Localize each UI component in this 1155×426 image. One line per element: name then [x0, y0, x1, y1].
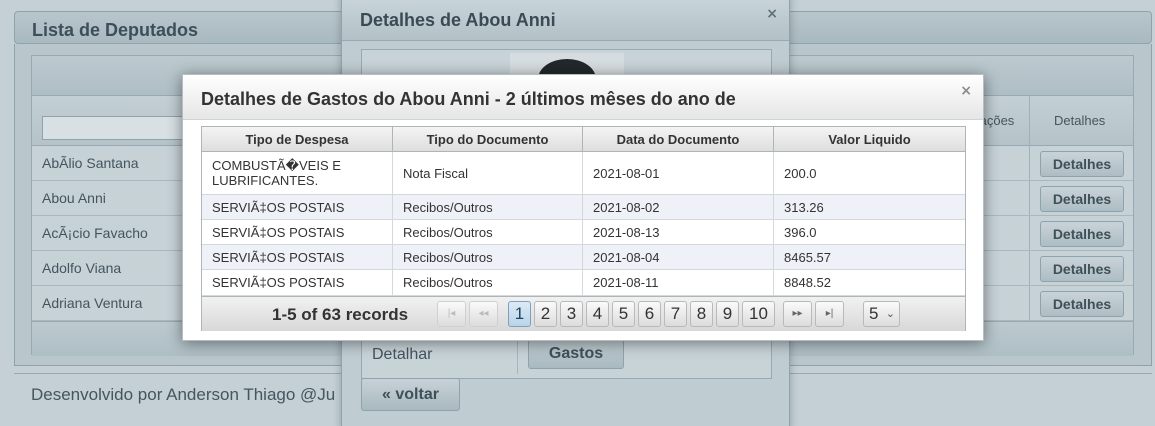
close-icon[interactable]: × — [766, 6, 778, 22]
table-row[interactable]: SERVIÃ‡OS POSTAIS Recibos/Outros 2021-08… — [202, 245, 965, 270]
rows-per-page-select[interactable]: 5 ⌄ — [863, 301, 900, 327]
dialog-titlebar: Detalhes de Gastos do Abou Anni - 2 últi… — [183, 75, 983, 120]
cell-tipo-documento: Recibos/Outros — [393, 195, 583, 219]
cell-tipo-despesa: SERVIÃ‡OS POSTAIS — [202, 245, 393, 269]
page-button-5[interactable]: 5 — [612, 301, 635, 327]
details-button[interactable]: Detalhes — [1040, 221, 1124, 247]
cell-data-documento: 2021-08-13 — [583, 220, 774, 244]
rows-per-page-value: 5 — [869, 304, 879, 323]
cell-data-documento: 2021-08-01 — [583, 152, 774, 194]
cell-valor-liquido: 396.0 — [784, 224, 817, 240]
cell-valor-liquido: 200.0 — [784, 165, 817, 181]
column-header-detalhes: Detalhes — [1054, 113, 1106, 128]
cell-tipo-despesa: SERVIÃ‡OS POSTAIS — [202, 220, 393, 244]
cell-tipo-documento: Recibos/Outros — [393, 270, 583, 295]
details-button[interactable]: Detalhes — [1040, 256, 1124, 282]
table-row[interactable]: COMBUSTÃ�VEIS E LUBRIFICANTES. Nota Fisc… — [202, 152, 965, 195]
cell-valor-liquido: 313.26 — [784, 199, 824, 215]
cell-tipo-despesa: COMBUSTÃ�VEIS E LUBRIFICANTES. — [202, 152, 393, 194]
cell-data-documento: 2021-08-11 — [583, 270, 774, 295]
dialog-title: Detalhes de Abou Anni — [360, 10, 556, 30]
detalhar-label: Detalhar — [372, 346, 433, 363]
table-pager: 1-5 of 63 records |◂ ◂◂ 1 2 3 4 5 6 7 8 … — [202, 296, 965, 331]
cell-tipo-documento: Nota Fiscal — [393, 152, 583, 194]
column-header-tipo-documento[interactable]: Tipo do Documento — [393, 127, 583, 152]
page-button-8[interactable]: 8 — [690, 301, 713, 327]
table-row[interactable]: SERVIÃ‡OS POSTAIS Recibos/Outros 2021-08… — [202, 220, 965, 245]
page-button-3[interactable]: 3 — [560, 301, 583, 327]
page-button-4[interactable]: 4 — [586, 301, 609, 327]
deputy-name: Adriana Ventura — [42, 295, 143, 311]
details-button[interactable]: Detalhes — [1040, 151, 1124, 177]
page-title: Lista de Deputados — [32, 20, 199, 40]
deputy-name: Abou Anni — [42, 190, 106, 206]
first-page-icon[interactable]: |◂ — [437, 301, 466, 327]
deputy-name: Adolfo Viana — [42, 260, 122, 276]
dialog-titlebar: Detalhes de Abou Anni × — [342, 0, 789, 41]
details-button[interactable]: Detalhes — [1040, 291, 1124, 317]
details-button[interactable]: Detalhes — [1040, 186, 1124, 212]
deputy-name: AcÃ¡cio Favacho — [42, 225, 148, 241]
page-button-6[interactable]: 6 — [638, 301, 661, 327]
page-button-9[interactable]: 9 — [716, 301, 739, 327]
dialog-title: Detalhes de Gastos do Abou Anni - 2 últi… — [201, 89, 736, 109]
records-count: 1-5 of 63 records — [272, 305, 409, 324]
page-button-1[interactable]: 1 — [508, 301, 531, 327]
cell-valor-liquido: 8465.57 — [784, 249, 831, 265]
footer-credit: Desenvolvido por Anderson Thiago @Ju — [31, 385, 336, 404]
filter-input[interactable] — [42, 116, 192, 140]
cell-data-documento: 2021-08-04 — [583, 245, 774, 269]
gastos-button[interactable]: Gastos — [528, 339, 624, 369]
expenses-dialog: Detalhes de Gastos do Abou Anni - 2 últi… — [182, 74, 984, 341]
column-header-valor-liquido[interactable]: Valor Liquido — [774, 127, 965, 152]
cell-tipo-despesa: SERVIÃ‡OS POSTAIS — [202, 195, 393, 219]
table-header: Tipo de Despesa Tipo do Documento Data d… — [202, 127, 965, 152]
next-page-icon[interactable]: ▸▸ — [783, 301, 812, 327]
table-row[interactable]: SERVIÃ‡OS POSTAIS Recibos/Outros 2021-08… — [202, 270, 965, 296]
close-icon[interactable]: × — [960, 83, 972, 99]
column-header-tipo-despesa[interactable]: Tipo de Despesa — [202, 127, 393, 152]
column-header-data-documento[interactable]: Data do Documento — [583, 127, 774, 152]
expenses-table: Tipo de Despesa Tipo do Documento Data d… — [201, 126, 966, 331]
cell-data-documento: 2021-08-02 — [583, 195, 774, 219]
page-button-2[interactable]: 2 — [534, 301, 557, 327]
page-button-7[interactable]: 7 — [664, 301, 687, 327]
prev-page-icon[interactable]: ◂◂ — [469, 301, 498, 327]
cell-valor-liquido: 8848.52 — [784, 275, 831, 290]
cell-tipo-documento: Recibos/Outros — [393, 245, 583, 269]
deputy-name: AbÃlio Santana — [42, 155, 139, 171]
cell-tipo-documento: Recibos/Outros — [393, 220, 583, 244]
back-button[interactable]: « voltar — [361, 378, 460, 411]
table-row[interactable]: SERVIÃ‡OS POSTAIS Recibos/Outros 2021-08… — [202, 195, 965, 220]
page-button-10[interactable]: 10 — [742, 301, 775, 327]
last-page-icon[interactable]: ▸| — [815, 301, 844, 327]
chevron-down-icon: ⌄ — [885, 308, 895, 320]
cell-tipo-despesa: SERVIÃ‡OS POSTAIS — [202, 270, 393, 295]
